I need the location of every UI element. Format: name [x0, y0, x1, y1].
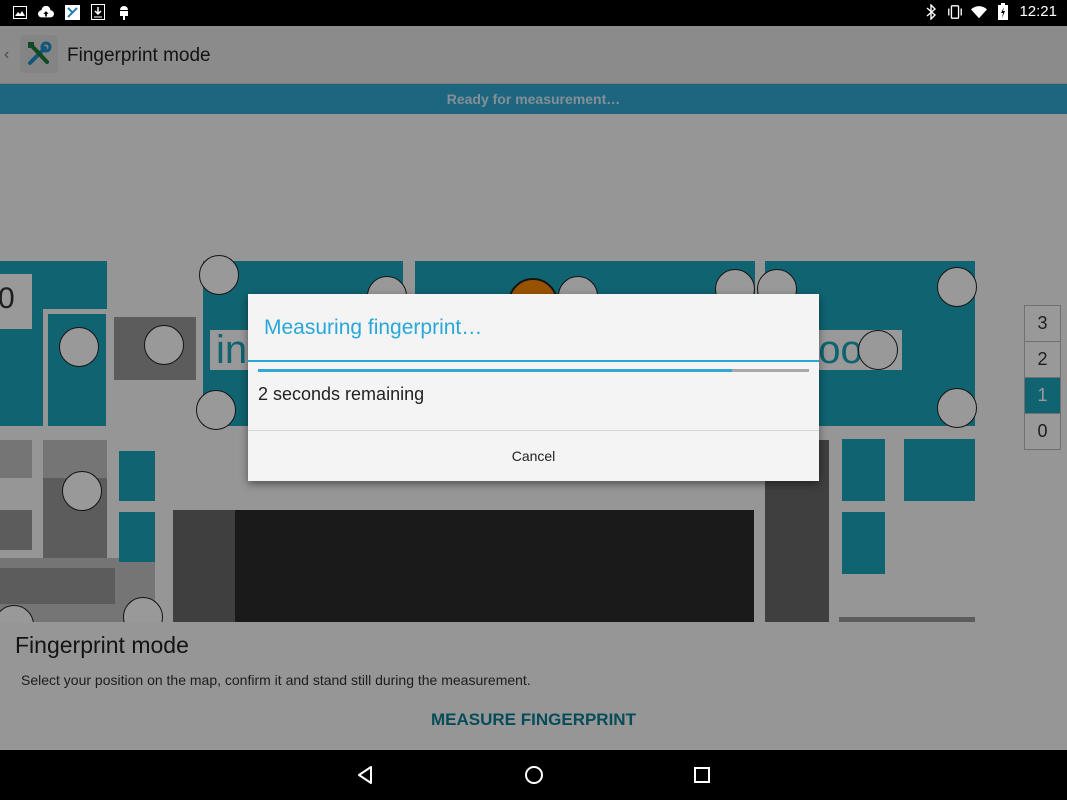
cloud-upload-icon	[38, 4, 54, 20]
wifi-icon	[971, 4, 988, 20]
progress-fill	[258, 369, 732, 372]
download-icon	[90, 4, 106, 20]
measuring-dialog: Measuring fingerprint… 2 seconds remaini…	[248, 294, 819, 481]
cancel-button[interactable]: Cancel	[248, 431, 819, 481]
dialog-title-divider	[248, 360, 819, 362]
dialog-message: 2 seconds remaining	[258, 384, 425, 404]
navigation-bar	[0, 750, 1067, 800]
battery-icon	[995, 3, 1011, 20]
image-icon	[12, 4, 28, 20]
back-icon[interactable]	[353, 763, 377, 787]
app-notification-icon	[64, 4, 80, 20]
home-icon[interactable]	[522, 763, 546, 787]
clock: 12:21	[1019, 3, 1057, 20]
vibrate-icon	[947, 4, 963, 20]
app-screen: ‹ Fingerprint mode Ready for measurement…	[0, 26, 1067, 750]
recents-icon[interactable]	[690, 763, 714, 787]
android-debug-icon	[116, 4, 132, 20]
status-bar: 12:21	[0, 0, 1067, 26]
measurement-progress-bar	[258, 369, 809, 372]
bluetooth-icon	[923, 3, 939, 20]
dialog-title: Measuring fingerprint…	[264, 316, 483, 339]
